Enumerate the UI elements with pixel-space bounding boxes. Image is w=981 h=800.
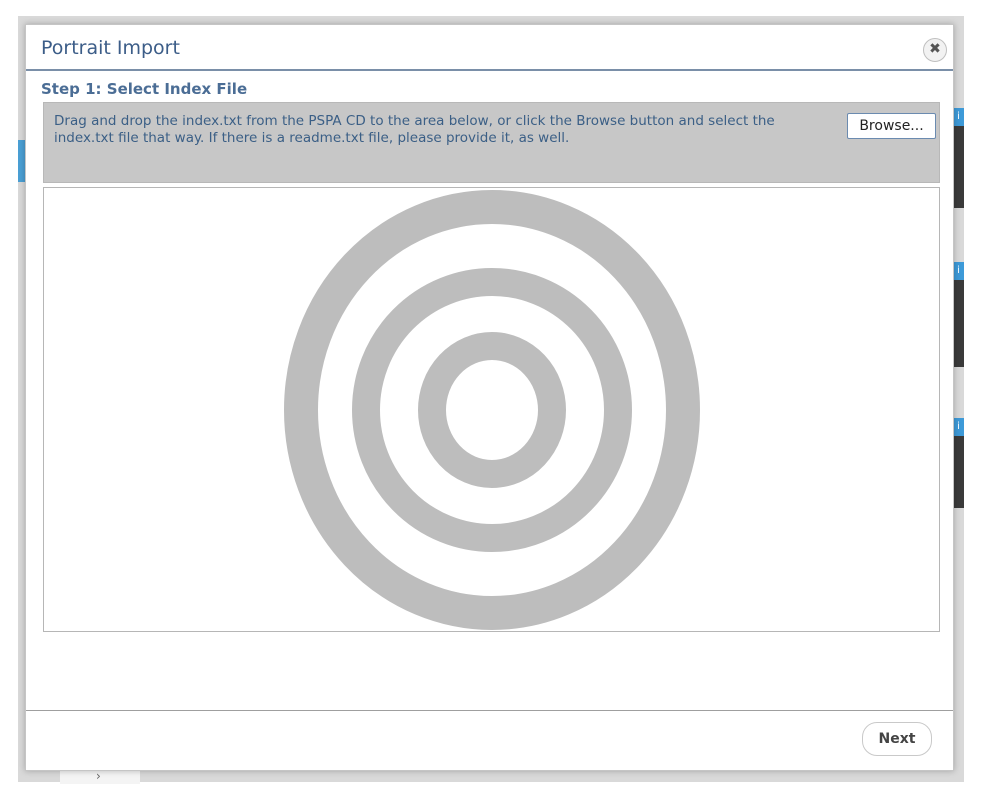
next-button[interactable]: Next	[862, 722, 932, 756]
close-button[interactable]: ✖	[923, 38, 947, 62]
instructions-text: Drag and drop the index.txt from the PSP…	[54, 113, 775, 146]
instructions-panel: Drag and drop the index.txt from the PSP…	[43, 102, 940, 183]
close-icon: ✖	[929, 41, 941, 57]
background-thumbnail-2: i	[953, 262, 964, 367]
step-title: Step 1: Select Index File	[41, 80, 248, 98]
background-thumbnail-3: i	[953, 418, 964, 508]
portrait-import-dialog: Portrait Import ✖ Step 1: Select Index F…	[25, 24, 954, 771]
chevron-right-icon: ›	[96, 769, 101, 783]
info-icon: i	[953, 108, 964, 126]
dialog-footer: Next	[26, 710, 953, 770]
file-drop-zone[interactable]	[43, 187, 940, 632]
browse-button[interactable]: Browse...	[847, 113, 936, 139]
background-thumbnail-1: i	[953, 108, 964, 208]
dialog-title: Portrait Import	[41, 37, 180, 59]
dialog-titlebar: Portrait Import ✖	[26, 25, 953, 71]
info-icon: i	[953, 262, 964, 280]
target-icon	[284, 190, 700, 630]
info-icon: i	[953, 418, 964, 436]
